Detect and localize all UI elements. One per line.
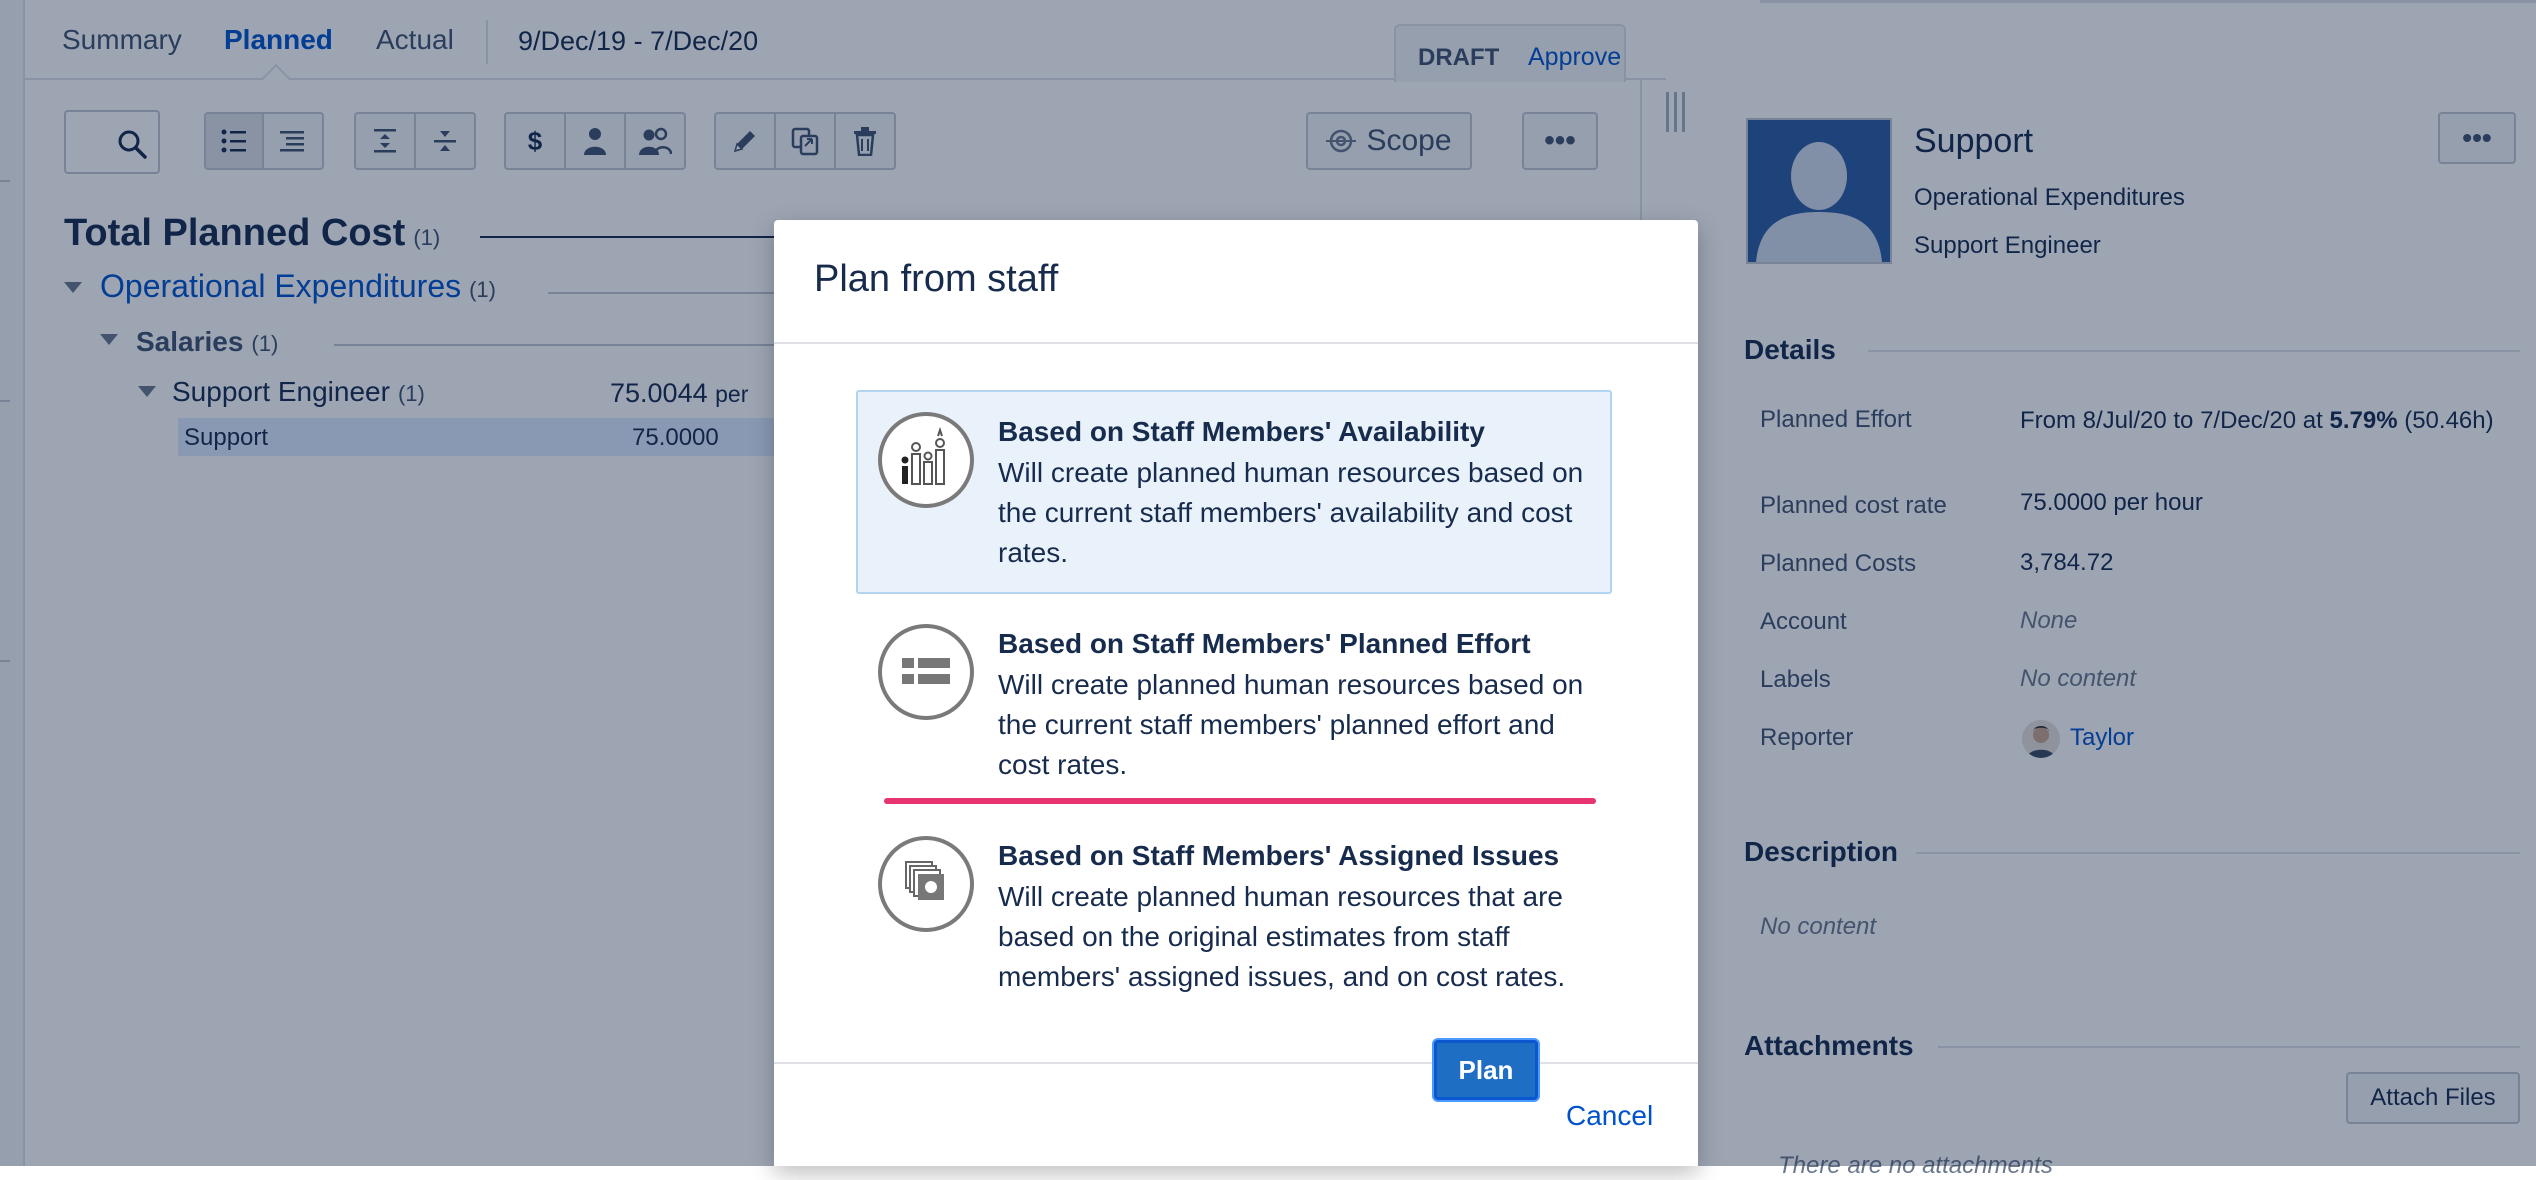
annotation-underline: [884, 798, 1596, 804]
cancel-button[interactable]: Cancel: [1566, 1100, 1653, 1132]
dialog-title: Plan from staff: [814, 258, 1059, 300]
option-planned-effort-title: Based on Staff Members' Planned Effort: [998, 628, 1531, 659]
option-assigned-issues-title: Based on Staff Members' Assigned Issues: [998, 840, 1560, 871]
plan-button[interactable]: Plan: [1434, 1040, 1538, 1100]
option-planned-effort-desc: Will create planned human resources base…: [998, 669, 1584, 780]
dialog-footer-divider: [774, 1062, 1698, 1064]
planned-effort-icon: [878, 624, 974, 720]
dialog-header-divider: [774, 342, 1698, 344]
availability-icon: [878, 412, 974, 508]
plan-button-label: Plan: [1458, 1054, 1514, 1085]
option-assigned-issues-desc: Will create planned human resources that…: [998, 881, 1566, 992]
assigned-issues-icon: [878, 836, 974, 932]
option-availability-title: Based on Staff Members' Availability: [998, 416, 1485, 447]
option-availability-desc: Will create planned human resources base…: [998, 457, 1584, 568]
